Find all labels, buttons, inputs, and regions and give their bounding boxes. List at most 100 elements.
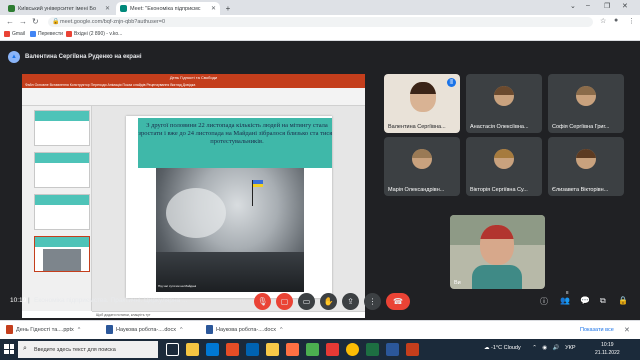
search-icon: ⌕ <box>23 345 27 352</box>
slide-thumbnail: 7 <box>34 194 90 230</box>
restore-icon[interactable]: ❐ <box>604 2 610 10</box>
windows-taskbar: ⌕ Введите здесь текст для поиска ☁ -1°C … <box>0 339 640 360</box>
more-options-button[interactable]: ⋮ <box>364 293 381 310</box>
profile-icon[interactable]: ● <box>614 17 618 24</box>
menu-kebab-icon[interactable]: ⋮ <box>628 17 635 25</box>
participant-name: Ви <box>454 280 461 286</box>
info-icon[interactable]: ⓘ <box>540 296 548 307</box>
close-tab-icon[interactable]: ✕ <box>102 5 110 12</box>
network-icon[interactable]: ◉ <box>542 345 547 351</box>
avatar <box>576 86 596 106</box>
tab-university[interactable]: Київський університет імені Бо ✕ <box>4 2 114 15</box>
office-icon[interactable] <box>226 343 239 356</box>
people-icon[interactable]: 👥 <box>560 296 570 305</box>
tab-search-icon[interactable]: ⌄ <box>570 2 576 10</box>
activities-icon[interactable]: ⧉ <box>600 296 606 306</box>
avatar <box>576 149 596 169</box>
windows-start-icon[interactable] <box>4 344 14 354</box>
task-view-icon[interactable] <box>166 343 179 356</box>
hand-icon: ✋ <box>323 297 334 306</box>
meet-stage: ▲ Валентина Сергіївна Руденко на екрані … <box>0 41 640 320</box>
show-all-downloads-link[interactable]: Показати все <box>580 327 614 333</box>
participant-tile[interactable]: ||| Валентина Сергіївна... <box>384 74 460 133</box>
mic-off-icon: 🎙 <box>257 297 268 306</box>
bookmark-inbox[interactable]: Вхідні (2 890) - v.ko... <box>66 31 122 37</box>
close-tab-icon[interactable]: ✕ <box>208 5 216 12</box>
self-view-tile[interactable]: Ви <box>450 215 545 289</box>
participant-tile[interactable]: Анастасія Олексіївна... <box>466 74 542 133</box>
participant-name: Вікторія Сергіївна Су... <box>470 187 528 193</box>
participant-tile[interactable]: Марія Олександрівн... <box>384 137 460 196</box>
excel-icon[interactable] <box>366 343 379 356</box>
speaking-indicator-icon: ||| <box>447 78 456 87</box>
tray-chevron-icon[interactable]: ⌃ <box>532 345 537 351</box>
bookmark-star-icon[interactable]: ☆ <box>600 17 606 25</box>
forward-icon[interactable]: → <box>19 17 27 26</box>
avatar <box>494 86 514 106</box>
weather-icon[interactable]: ☁ <box>484 345 491 351</box>
gmail-icon <box>4 31 10 37</box>
address-bar[interactable]: 🔒 meet.google.com/bqf-znjn-qbb?authuser=… <box>48 17 593 27</box>
camera-off-button[interactable]: ▢ <box>276 293 293 310</box>
bookmark-gmail[interactable]: Gmail <box>4 31 25 37</box>
present-icon: ⇪ <box>347 297 354 306</box>
slide-text: З другої половини 22 листопада кількість… <box>138 118 332 168</box>
tab-title: Meet: "Економіка підприємс <box>130 5 201 12</box>
close-window-icon[interactable]: ✕ <box>622 2 628 10</box>
powerpoint-ribbon <box>22 88 365 106</box>
taskbar-clock[interactable]: 10:19 21.11.2022 <box>595 341 620 357</box>
mic-off-button[interactable]: 🎙 <box>254 293 271 310</box>
captions-button[interactable]: ▭ <box>298 293 315 310</box>
chrome-icon[interactable] <box>346 343 359 356</box>
taskbar-search-input[interactable]: ⌕ Введите здесь текст для поиска <box>18 341 158 358</box>
download-filename: Наукова робота-....docx <box>116 326 176 333</box>
chevron-up-icon[interactable]: ^ <box>78 327 81 333</box>
avatar <box>494 149 514 169</box>
chat-icon[interactable]: 💬 <box>580 296 590 305</box>
slide-thumbnail: 6 <box>34 152 90 188</box>
new-tab-button[interactable]: + <box>222 2 234 15</box>
sticky-notes-icon[interactable] <box>266 343 279 356</box>
chevron-up-icon[interactable]: ^ <box>180 327 183 333</box>
tab-meet[interactable]: Meet: "Економіка підприємс ✕ <box>116 2 220 15</box>
opera-icon[interactable] <box>326 343 339 356</box>
host-controls-icon[interactable]: 🔒 <box>618 296 628 305</box>
ukraine-flag-icon <box>253 180 263 187</box>
edge-icon[interactable] <box>206 343 219 356</box>
powerpoint-icon[interactable] <box>406 343 419 356</box>
participant-name: Софія Сергіївна Григ... <box>552 124 610 130</box>
taskbar-date: 21.11.2022 <box>595 350 620 356</box>
download-filename: День Гідності та....pptx <box>16 326 74 333</box>
captions-icon: ▭ <box>302 297 311 306</box>
download-item[interactable]: Наукова робота-....docx ^ <box>106 325 183 334</box>
volume-icon[interactable]: 🔊 <box>553 345 560 351</box>
back-icon[interactable]: ← <box>6 17 14 26</box>
app-icon[interactable] <box>306 343 319 356</box>
close-icon[interactable]: ✕ <box>624 326 630 334</box>
present-button[interactable]: ⇪ <box>342 293 359 310</box>
download-item[interactable]: Наукова робота-....docx ^ <box>206 325 283 334</box>
reload-icon[interactable]: ↻ <box>32 17 39 26</box>
slide-photo <box>156 168 304 292</box>
taskbar-time: 10:19 <box>601 342 614 348</box>
participant-tile[interactable]: Єлизавета Вікторівн... <box>548 137 624 196</box>
download-item[interactable]: День Гідності та....pptx ^ <box>6 325 80 334</box>
participant-tile[interactable]: Софія Сергіївна Григ... <box>548 74 624 133</box>
minimize-icon[interactable]: – <box>586 2 590 9</box>
raise-hand-button[interactable]: ✋ <box>320 293 337 310</box>
mail-icon[interactable] <box>246 343 259 356</box>
more-vert-icon: ⋮ <box>368 297 377 306</box>
presenter-label: Валентина Сергіївна Руденко на екрані <box>25 54 142 60</box>
slide-thumbnail: 5 <box>34 110 90 146</box>
firefox-icon[interactable] <box>286 343 299 356</box>
participant-tile[interactable]: Вікторія Сергіївна Су... <box>466 137 542 196</box>
file-explorer-icon[interactable] <box>186 343 199 356</box>
translate-icon <box>30 31 36 37</box>
word-icon[interactable] <box>386 343 399 356</box>
presentation-icon: ▲ <box>8 51 20 63</box>
chevron-up-icon[interactable]: ^ <box>280 327 283 333</box>
leave-call-button[interactable]: ☎ <box>386 293 410 310</box>
keyboard-language[interactable]: УКР <box>565 345 575 351</box>
url-text: meet.google.com/bqf-znjn-qbb?authuser=0 <box>60 19 166 25</box>
bookmark-translate[interactable]: Перевести <box>30 31 63 37</box>
